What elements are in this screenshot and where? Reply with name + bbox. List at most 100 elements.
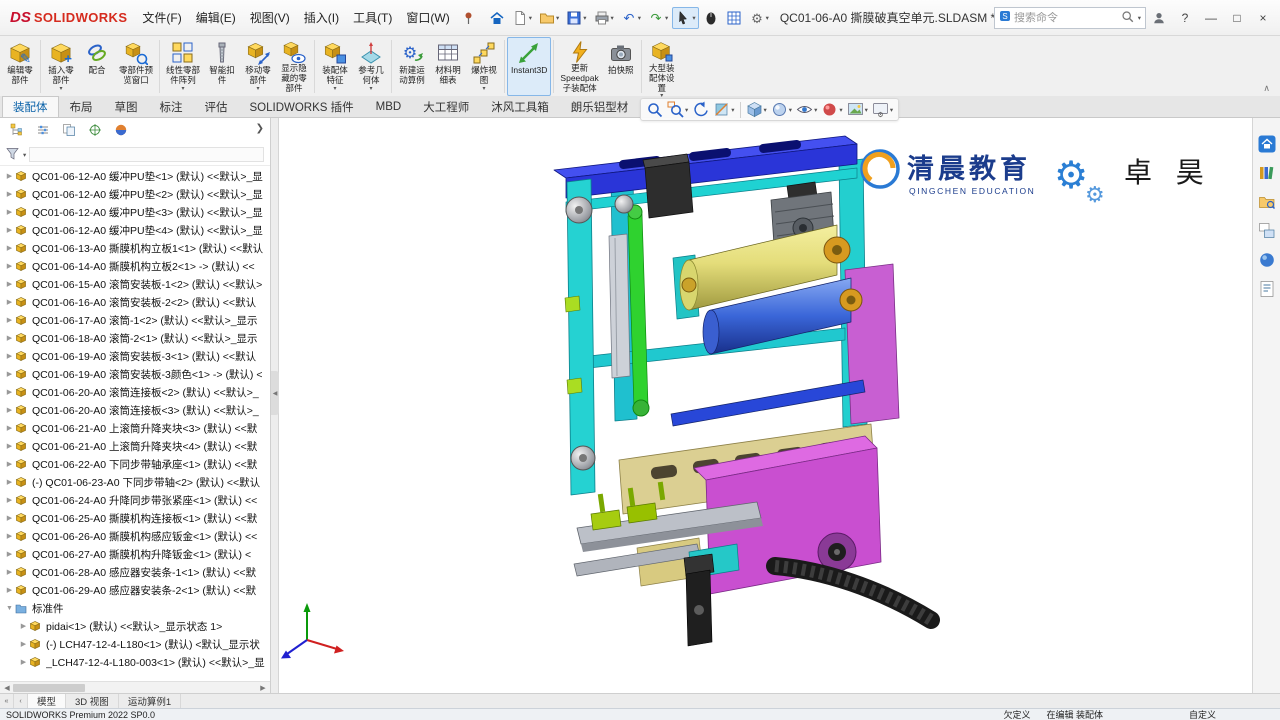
menu-item-5[interactable]: 窗口(W) <box>399 6 456 29</box>
expander-collapsed-icon[interactable]: ▶ <box>4 226 15 234</box>
menu-item-0[interactable]: 文件(F) <box>135 6 188 29</box>
ribbon-tab-5[interactable]: SOLIDWORKS 插件 <box>239 96 365 117</box>
edit-component-button[interactable]: ✎ 编辑零 部件 <box>2 37 38 96</box>
3d-mouse-button[interactable] <box>700 7 722 29</box>
update-speedpak-button[interactable]: 更新 Speedpak 子装配体 <box>556 37 602 96</box>
configurationmanager-tab[interactable] <box>62 123 76 140</box>
tree-item[interactable]: ▶ QC01-06-20-A0 滚筒连接板<2> (默认) <<默认>_ <box>0 383 270 401</box>
scroll-track[interactable] <box>13 683 257 692</box>
expander-collapsed-icon[interactable]: ▶ <box>4 550 15 558</box>
tree-item[interactable]: ▶ QC01-06-28-A0 感应器安装条-1<1> (默认) <<默 <box>0 563 270 581</box>
expander-collapsed-icon[interactable]: ▶ <box>4 208 15 216</box>
menu-item-2[interactable]: 视图(V) <box>243 6 297 29</box>
tree-item[interactable]: ▶ QC01-06-19-A0 滚筒安装板-3<1> (默认) <<默认 <box>0 347 270 365</box>
file-explorer-tab[interactable] <box>1257 192 1277 212</box>
take-snapshot-button[interactable]: 拍快照 <box>603 37 639 96</box>
featuremanager-tab[interactable] <box>10 123 24 140</box>
ribbon-tab-3[interactable]: 标注 <box>149 96 194 117</box>
tree-item[interactable]: ▶ pidai<1> (默认) <<默认>_显示状态 1> <box>0 617 270 635</box>
expander-collapsed-icon[interactable]: ▶ <box>4 478 15 486</box>
redo-button[interactable]: ↷ ▾ <box>645 7 671 29</box>
tree-item[interactable]: ▶ QC01-06-12-A0 缓冲PU垫<3> (默认) <<默认>_显 <box>0 203 270 221</box>
tree-item[interactable]: ▶ (-) QC01-06-23-A0 下同步带轴<2> (默认) <<默认 <box>0 473 270 491</box>
expander-collapsed-icon[interactable]: ▶ <box>4 352 15 360</box>
expander-collapsed-icon[interactable]: ▶ <box>4 316 15 324</box>
tree-item[interactable]: ▶ QC01-06-15-A0 滚筒安装板-1<2> (默认) <<默认> <box>0 275 270 293</box>
tree-item[interactable]: ▶ QC01-06-16-A0 滚筒安装板-2<2> (默认) <<默认 <box>0 293 270 311</box>
bottom-tab-2[interactable]: 运动算例1 <box>119 694 182 708</box>
ribbon-tab-1[interactable]: 布局 <box>59 96 104 117</box>
filter-caret-icon[interactable]: ▾ <box>23 151 26 159</box>
status-custom[interactable]: 自定义 <box>1189 709 1216 720</box>
tree-item[interactable]: ▶ QC01-06-19-A0 滚筒安装板-3颜色<1> -> (默认) < <box>0 365 270 383</box>
expander-collapsed-icon[interactable]: ▶ <box>4 496 15 504</box>
menu-item-4[interactable]: 工具(T) <box>346 6 399 29</box>
maximize-button[interactable]: □ <box>1224 5 1250 31</box>
expander-collapsed-icon[interactable]: ▶ <box>18 640 29 648</box>
search-caret-icon[interactable]: ▾ <box>1138 14 1141 22</box>
print-button[interactable]: ▾ <box>591 7 617 29</box>
panel-collapse-handle[interactable]: ◀ <box>271 371 279 415</box>
component-preview-button[interactable]: 零部件预 览窗口 <box>115 37 157 96</box>
tree-item[interactable]: ▶ QC01-06-25-A0 撕膜机构连接板<1> (默认) <<默 <box>0 509 270 527</box>
user-account-button[interactable] <box>1146 5 1172 31</box>
filter-funnel-icon[interactable] <box>6 147 19 163</box>
custom-properties-tab[interactable] <box>1257 279 1277 299</box>
expander-collapsed-icon[interactable]: ▶ <box>4 334 15 342</box>
ribbon-tab-8[interactable]: 沐风工具箱 <box>480 96 560 117</box>
command-search[interactable]: S ▾ <box>994 6 1146 29</box>
pin-menu-icon[interactable] <box>462 11 475 25</box>
expander-collapsed-icon[interactable]: ▶ <box>4 370 15 378</box>
tree-item[interactable]: ▶ QC01-06-18-A0 滚筒-2<1> (默认) <<默认>_显示 <box>0 329 270 347</box>
view-palette-tab[interactable] <box>1257 221 1277 241</box>
section-view-button[interactable]: ▾ <box>711 100 736 119</box>
design-library-tab[interactable] <box>1257 163 1277 183</box>
tree-filter-input[interactable] <box>29 147 264 162</box>
expander-collapsed-icon[interactable]: ▶ <box>4 532 15 540</box>
menu-item-3[interactable]: 插入(I) <box>297 6 346 29</box>
menu-item-1[interactable]: 编辑(E) <box>189 6 243 29</box>
ribbon-tab-9[interactable]: 朗乐铝型材 <box>560 96 640 117</box>
expander-collapsed-icon[interactable]: ▶ <box>4 442 15 450</box>
sheet-nav-icon-1[interactable]: ‹ <box>14 694 28 708</box>
bom-button[interactable]: 材料明 细表 <box>430 37 466 96</box>
model-black-bracket[interactable] <box>683 553 715 647</box>
expander-collapsed-icon[interactable]: ▶ <box>4 298 15 306</box>
displaymanager-tab[interactable] <box>114 123 128 140</box>
expander-collapsed-icon[interactable]: ▶ <box>4 388 15 396</box>
instant3d-button[interactable]: Instant3D <box>507 37 552 96</box>
tree-item[interactable]: ▶ QC01-06-17-A0 滚筒-1<2> (默认) <<默认>_显示 <box>0 311 270 329</box>
scroll-left-icon[interactable]: ◀ <box>1 684 13 692</box>
assembly-features-button[interactable]: 装配体 特征 ▾ <box>317 37 353 96</box>
model-guide-rail[interactable] <box>608 233 631 379</box>
model-cable-chain[interactable] <box>766 557 940 629</box>
tree-item[interactable]: ▶ QC01-06-12-A0 缓冲PU垫<2> (默认) <<默认>_显 <box>0 185 270 203</box>
options-button[interactable]: ⚙ ▾ <box>746 7 772 29</box>
expander-collapsed-icon[interactable]: ▶ <box>18 622 29 630</box>
graphics-area[interactable]: 清晨教育 QINGCHEN EDUCATION ⚙ ⚙ 卓 昊 <box>279 118 1252 693</box>
expander-collapsed-icon[interactable]: ▶ <box>4 460 15 468</box>
minimize-button[interactable]: — <box>1198 5 1224 31</box>
new-motion-study-button[interactable]: ⚙ 新建运 动算例 <box>394 37 430 96</box>
mate-button[interactable]: 配合 <box>79 37 115 96</box>
tree-item[interactable]: ▶ QC01-06-29-A0 感应器安装条-2<1> (默认) <<默 <box>0 581 270 599</box>
reference-geometry-button[interactable]: 参考几 何体 ▾ <box>353 37 389 96</box>
tree-item[interactable]: ▶ QC01-06-21-A0 上滚筒升降夹块<4> (默认) <<默 <box>0 437 270 455</box>
exploded-view-button[interactable]: 爆炸视 图 ▾ <box>466 37 502 96</box>
tree-hscrollbar[interactable]: ◀ ▶ <box>0 681 270 693</box>
smart-fasteners-button[interactable]: 智能扣 件 <box>204 37 240 96</box>
expander-collapsed-icon[interactable]: ▶ <box>4 586 15 594</box>
ribbon-tab-7[interactable]: 大工程师 <box>412 96 480 117</box>
large-assembly-button[interactable]: 大型装 配体设 置 ▾ <box>644 37 680 99</box>
view-settings-button[interactable]: ⚙ ▾ <box>870 100 895 119</box>
expander-collapsed-icon[interactable]: ▶ <box>4 514 15 522</box>
scroll-right-icon[interactable]: ▶ <box>257 684 269 692</box>
ribbon-tab-4[interactable]: 评估 <box>194 96 239 117</box>
select-tool-button[interactable]: ▾ <box>672 6 699 29</box>
ribbon-tab-0[interactable]: 装配体 <box>2 96 59 117</box>
expander-expanded-icon[interactable]: ▼ <box>4 605 15 612</box>
bottom-tab-1[interactable]: 3D 视图 <box>66 694 119 708</box>
tree-item[interactable]: ▶ QC01-06-12-A0 缓冲PU垫<1> (默认) <<默认>_显 <box>0 167 270 185</box>
model-cross-plate[interactable] <box>670 379 866 427</box>
model-assembly[interactable] <box>553 135 940 647</box>
